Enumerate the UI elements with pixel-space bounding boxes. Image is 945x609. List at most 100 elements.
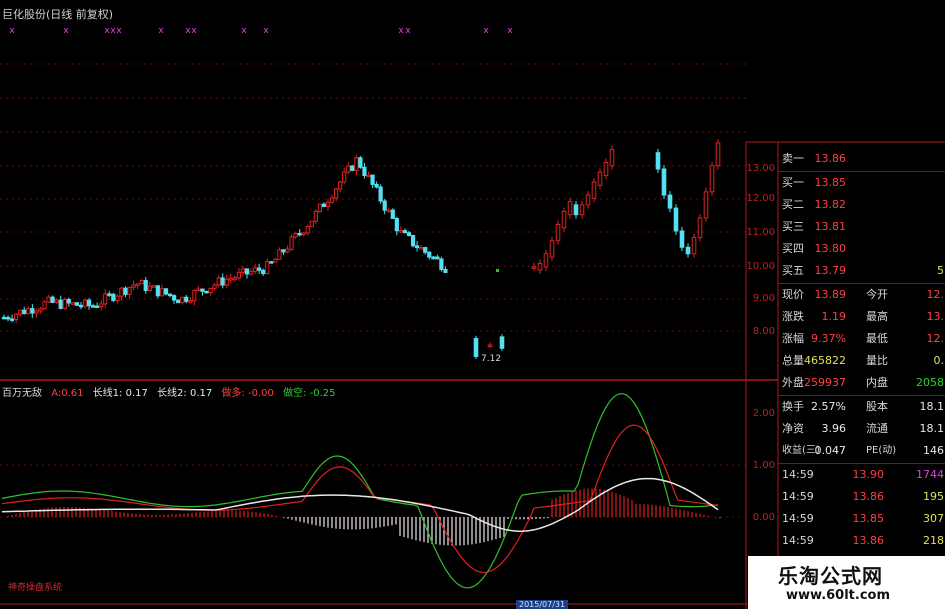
- candlestick: [172, 295, 177, 301]
- candlestick: [402, 230, 408, 234]
- candlestick: [667, 194, 673, 209]
- tick-time: 14:59: [782, 490, 814, 503]
- candlestick: [673, 207, 679, 232]
- tick-volume: 218: [923, 534, 944, 547]
- stat-row: 涨跌 1.19 最高 13.: [782, 306, 944, 328]
- candlestick: [703, 191, 709, 219]
- signal-marker: x: [241, 26, 247, 36]
- candlestick: [155, 285, 161, 297]
- candlestick: [224, 278, 229, 286]
- candlestick: [661, 168, 667, 196]
- candlestick: [398, 230, 403, 233]
- signal-marker: x: [158, 26, 164, 36]
- candlestick: [74, 302, 80, 306]
- candlestick: [406, 232, 412, 236]
- candlestick: [58, 299, 63, 309]
- tick-time: 14:59: [782, 512, 814, 525]
- stat-label: 今开: [866, 288, 888, 301]
- candlestick: [273, 258, 278, 263]
- candlestick: [135, 283, 140, 286]
- price-tick: 13.00: [746, 163, 775, 174]
- candlestick: [54, 299, 59, 303]
- indicator-green-line: [1, 392, 719, 589]
- signal-marker: x: [63, 26, 69, 36]
- price-tick: 8.00: [752, 326, 775, 337]
- date-label: 2015/07/31: [516, 600, 569, 609]
- price-tick: 12.00: [746, 193, 775, 204]
- footer-text: 神奇操盘系统: [8, 583, 63, 593]
- signal-marker: x: [116, 26, 122, 36]
- candlestick: [30, 308, 35, 314]
- watermark-banner: 乐淘公式网 www.60lt.com: [748, 556, 945, 609]
- candlestick: [346, 165, 351, 173]
- buy-price: 13.79: [814, 264, 847, 277]
- signal-marker: x: [263, 26, 269, 36]
- candlestick: [34, 310, 39, 314]
- candlestick: [265, 261, 270, 275]
- candlestick: [240, 268, 246, 273]
- candlestick: [176, 299, 181, 304]
- candlestick: [143, 280, 148, 291]
- candlestick: [435, 256, 440, 260]
- candlestick: [212, 284, 217, 289]
- candlestick: [216, 277, 221, 286]
- indicator-tick: 2.00: [752, 408, 775, 419]
- buy-price: 13.81: [814, 220, 847, 233]
- candlestick: [415, 245, 420, 249]
- buy-row[interactable]: 买五 13.79 5: [782, 260, 944, 282]
- candlestick: [192, 290, 197, 302]
- buy-volume: 5: [937, 264, 944, 277]
- price-tick: 9.00: [752, 293, 775, 304]
- candlestick: [374, 183, 379, 188]
- candlestick: [579, 204, 585, 216]
- candlestick: [99, 303, 104, 307]
- a-value: 0.61: [61, 388, 84, 399]
- fund-label: 股本: [866, 400, 888, 413]
- a-label: A:: [51, 388, 62, 399]
- candlestick: [301, 232, 306, 235]
- fund-row: 收益(三) 0.047 PE(动) 146: [782, 440, 944, 462]
- candlestick: [18, 309, 23, 315]
- candlestick: [200, 288, 205, 292]
- candlestick: [334, 188, 339, 199]
- candlestick: [410, 234, 416, 247]
- candlestick: [603, 161, 609, 177]
- candlestick: [394, 217, 399, 232]
- candlestick: [709, 165, 715, 193]
- candlestick: [269, 261, 274, 264]
- tick-row: 14:59 13.85 307: [782, 508, 944, 530]
- candlestick: [253, 267, 258, 272]
- candlestick: [537, 263, 543, 271]
- candlestick: [228, 278, 233, 281]
- candlestick: [591, 181, 597, 199]
- fund-row: 净资 3.96 流通 18.1: [782, 418, 944, 440]
- tick-price: 13.90: [852, 468, 885, 481]
- candlestick: [549, 240, 555, 258]
- tick-time: 14:59: [782, 468, 814, 481]
- indicator-red-line: [1, 424, 719, 573]
- signal-marker: x: [398, 26, 404, 36]
- candlestick: [236, 271, 242, 279]
- buy-price: 13.82: [814, 198, 847, 211]
- candlestick: [115, 295, 120, 301]
- candlestick: [204, 290, 209, 294]
- candlestick: [248, 270, 254, 275]
- candlestick: [66, 299, 71, 304]
- tick-price: 13.86: [852, 490, 885, 503]
- stat-row: 外盘 259937 内盘 2058: [782, 372, 944, 394]
- candlestick: [685, 246, 691, 255]
- bear-value: -0.25: [309, 388, 336, 399]
- candlestick: [329, 197, 335, 203]
- watermark-name: 乐淘公式网: [778, 564, 883, 588]
- candlestick: [147, 285, 152, 291]
- candlestick: [196, 288, 201, 292]
- candlestick: [139, 280, 144, 285]
- tick-row: 14:59 13.86 195: [782, 486, 944, 508]
- l1-label: 长线1:: [92, 388, 123, 399]
- watermark-url: www.60lt.com: [786, 588, 891, 603]
- tick-row: 14:59 13.90 1744: [782, 464, 944, 486]
- candlestick: [180, 296, 185, 304]
- candlestick: [167, 293, 173, 297]
- candlestick: [188, 300, 193, 303]
- sell1-price: 13.86: [814, 152, 847, 165]
